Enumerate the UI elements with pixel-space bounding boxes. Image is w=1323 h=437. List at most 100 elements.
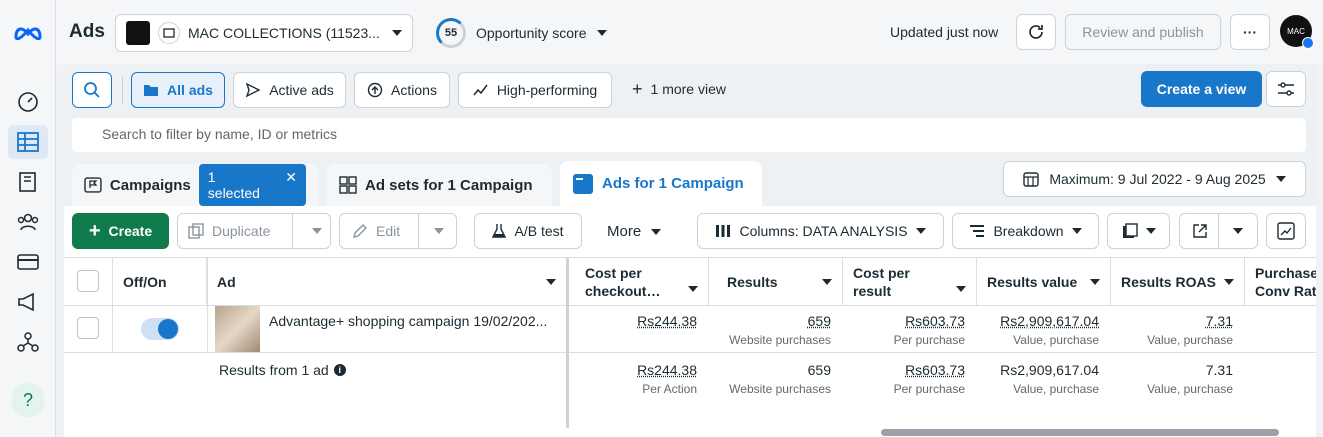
chevron-down-icon [392,30,402,36]
ad-thumbnail[interactable] [215,306,260,352]
header-cost-result[interactable]: Cost per result [843,258,977,306]
selected-badge[interactable]: 1 selected ✕ [198,164,306,206]
export-icon [1193,224,1207,238]
row-checkbox[interactable] [77,317,99,339]
chevron-down-icon[interactable] [1233,228,1243,234]
billing-icon[interactable] [8,245,48,279]
view-all-ads[interactable]: All ads [131,72,225,108]
horizontal-scrollbar[interactable] [881,429,1279,436]
header-results-value[interactable]: Results value [977,258,1111,306]
summary-cost-result-sub: Per purchase [893,382,965,396]
ads-icon [573,173,593,194]
chevron-down-icon [651,228,662,235]
account-selector[interactable]: MAC COLLECTIONS (11523... [115,14,413,52]
search-input[interactable]: Search to filter by name, ID or metrics [72,118,1306,152]
dashboard-icon[interactable] [8,85,48,119]
select-all-checkbox[interactable] [77,270,99,292]
columns-icon [716,225,731,237]
tab-campaigns[interactable]: Campaigns 1 selected ✕ [72,164,318,206]
meta-logo-icon[interactable] [8,15,48,49]
cell-cost-result: Rs603.73 [905,313,965,329]
refresh-button[interactable] [1016,14,1056,50]
date-range-picker[interactable]: Maximum: 9 Jul 2022 - 9 Aug 2025 [1003,161,1306,197]
business-icon [158,22,180,44]
breakdown-label: Breakdown [993,223,1064,239]
breakdown-dropdown[interactable]: Breakdown [952,213,1099,249]
columns-dropdown[interactable]: Columns: DATA ANALYSIS [697,213,944,249]
view-actions-label: Actions [391,82,437,98]
sort-icon[interactable] [1090,279,1100,285]
chevron-down-icon [596,30,607,36]
sort-icon[interactable] [956,286,966,292]
avatar[interactable]: MAC [1280,15,1314,49]
sort-icon[interactable] [1224,279,1234,285]
tab-ads[interactable]: Ads for 1 Campaign [560,161,762,206]
ab-test-button[interactable]: A/B test [474,213,582,249]
header-roas[interactable]: Results ROAS [1111,258,1245,306]
megaphone-icon[interactable] [8,285,48,319]
updated-status: Updated just now [890,24,999,40]
create-label: Create [108,223,153,239]
table-icon[interactable] [8,125,48,159]
create-view-button[interactable]: Create a view [1141,71,1262,107]
network-icon[interactable] [8,325,48,359]
account-logo [126,21,150,45]
close-icon[interactable]: ✕ [285,169,297,201]
summary-cost-result: Rs603.73 [905,362,965,378]
info-icon[interactable]: i [333,364,346,376]
view-high-performing[interactable]: High-performing [458,72,612,108]
frozen-column-divider[interactable] [566,258,569,428]
divider [122,76,123,104]
more-views-button[interactable]: + 1 more view [632,79,726,99]
divider [207,258,208,352]
account-name: MAC COLLECTIONS (11523... [188,25,380,41]
divider [64,352,1316,353]
chevron-down-icon[interactable] [312,228,322,234]
header-ad[interactable]: Ad [207,258,566,306]
edit-button[interactable]: Edit [339,213,457,249]
help-icon[interactable]: ? [11,383,45,417]
refresh-icon [1029,25,1043,39]
toggle-switch[interactable] [141,318,179,340]
chart-icon[interactable] [1266,213,1306,249]
chevron-down-icon [1145,228,1156,234]
summary-results: 659 [807,362,831,378]
cell-cost-checkout: Rs244.38 [637,313,697,329]
reports-dropdown[interactable] [1107,213,1170,249]
split-divider [1218,214,1219,248]
cell-results: 659 [807,313,831,329]
settings-sliders-icon[interactable] [1266,71,1306,107]
cell-roas: 7.31 [1205,313,1233,329]
summary-roas-sub: Value, purchase [1147,382,1233,396]
review-publish-button[interactable]: Review and publish [1065,14,1221,50]
search-button[interactable] [72,72,112,108]
more-label: More [607,223,642,240]
header-results[interactable]: Results [709,258,843,306]
audience-icon[interactable] [8,205,48,239]
sort-icon[interactable] [822,279,832,285]
duplicate-button[interactable]: Duplicate [177,213,331,249]
create-button[interactable]: + Create [72,213,169,249]
catalog-icon[interactable] [8,165,48,199]
plus-icon: + [632,79,643,99]
header-purchase-conv-label: Purchase Conv Rat [1255,265,1316,299]
header-purchase-conv[interactable]: Purchase Conv Rat [1245,258,1316,306]
chevron-down-icon [915,228,926,234]
view-actions[interactable]: Actions [354,72,450,108]
send-icon [246,82,261,98]
duplicate-label: Duplicate [212,223,271,239]
split-divider [418,214,419,248]
more-menu[interactable]: More [607,223,662,240]
avatar-text: MAC [1287,26,1305,36]
chevron-down-icon[interactable] [434,228,444,234]
view-active-ads[interactable]: Active ads [233,72,346,108]
opportunity-score[interactable]: 55 Opportunity score [436,17,607,49]
header-offon[interactable]: Off/On [113,258,207,306]
tab-adsets[interactable]: Ad sets for 1 Campaign [327,164,552,206]
ad-name[interactable]: Advantage+ shopping campaign 19/02/202..… [269,313,547,329]
sort-icon[interactable] [546,279,556,285]
more-icon[interactable]: ··· [1230,14,1270,50]
sort-icon[interactable] [688,286,698,292]
header-cost-checkout[interactable]: Cost per checkout… [575,258,709,306]
export-button[interactable] [1179,213,1258,249]
